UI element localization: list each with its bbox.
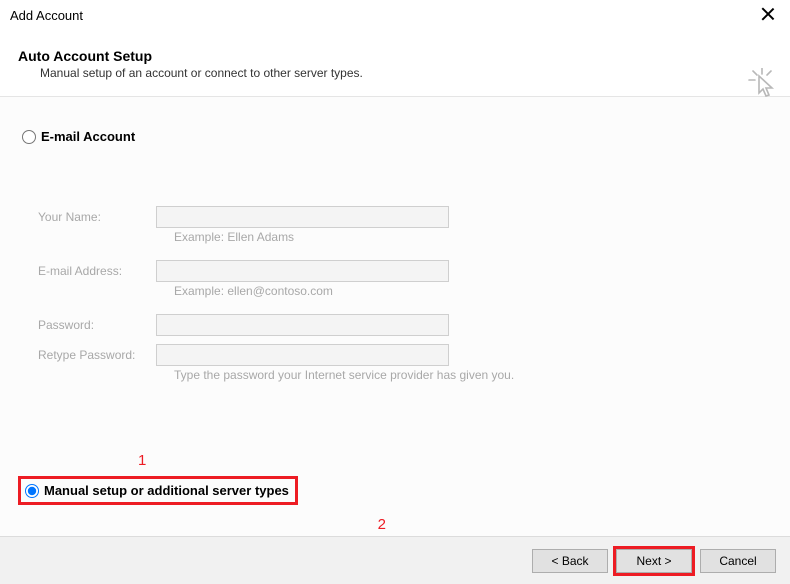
close-icon[interactable] [760, 6, 776, 22]
back-button[interactable]: < Back [532, 549, 608, 573]
retype-password-label: Retype Password: [38, 348, 156, 362]
retype-password-field [156, 344, 449, 366]
your-name-label: Your Name: [38, 210, 156, 224]
your-name-field [156, 206, 449, 228]
password-label: Password: [38, 318, 156, 332]
header-description: Manual setup of an account or connect to… [40, 66, 772, 80]
next-button[interactable]: Next > [616, 549, 692, 573]
password-field [156, 314, 449, 336]
password-hint: Type the password your Internet service … [174, 368, 770, 382]
manual-setup-highlight: Manual setup or additional server types [18, 476, 298, 505]
header: Auto Account Setup Manual setup of an ac… [0, 30, 790, 90]
email-hint: Example: ellen@contoso.com [174, 284, 770, 298]
callout-one: 1 [138, 452, 146, 469]
callout-two: 2 [378, 516, 386, 533]
manual-setup-label: Manual setup or additional server types [44, 483, 289, 498]
footer: 2 < Back Next > Cancel [0, 536, 790, 584]
your-name-hint: Example: Ellen Adams [174, 230, 770, 244]
email-account-option[interactable]: E-mail Account [20, 127, 770, 146]
window-title: Add Account [10, 8, 83, 23]
header-title: Auto Account Setup [18, 48, 772, 64]
email-account-radio[interactable] [22, 130, 36, 144]
titlebar: Add Account [0, 0, 790, 30]
email-account-label: E-mail Account [41, 129, 135, 144]
email-label: E-mail Address: [38, 264, 156, 278]
manual-setup-radio[interactable] [25, 484, 39, 498]
email-field [156, 260, 449, 282]
form-area: Your Name: Example: Ellen Adams E-mail A… [38, 206, 770, 382]
content-area: E-mail Account Your Name: Example: Ellen… [0, 97, 790, 537]
manual-setup-option[interactable]: Manual setup or additional server types [23, 481, 291, 500]
cancel-button[interactable]: Cancel [700, 549, 776, 573]
